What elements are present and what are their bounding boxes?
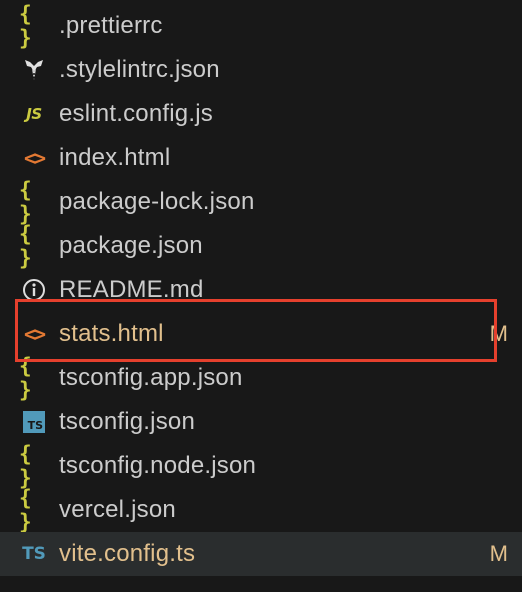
file-name: .prettierrc	[59, 12, 163, 39]
file-name: package-lock.json	[59, 188, 255, 215]
typescript-config-icon: TS	[19, 407, 49, 437]
file-row-vercel[interactable]: { } vercel.json	[0, 486, 522, 534]
file-name: package.json	[59, 232, 203, 259]
html-icon: <>	[23, 146, 46, 170]
file-name: tsconfig.app.json	[59, 364, 243, 391]
json-braces-icon: { }	[19, 354, 32, 402]
typescript-icon: TS	[22, 544, 46, 564]
file-name: eslint.config.js	[59, 100, 213, 127]
json-braces-icon: { }	[19, 2, 32, 50]
file-name: index.html	[59, 144, 171, 171]
file-row-index-html[interactable]: <> index.html	[0, 136, 522, 180]
file-explorer-list: { } .prettierrc .stylelintrc.json JS esl…	[0, 2, 522, 576]
file-row-tsconfig-node[interactable]: { } tsconfig.node.json	[0, 442, 522, 490]
file-row-tsconfig-app[interactable]: { } tsconfig.app.json	[0, 354, 522, 402]
info-icon	[19, 275, 49, 305]
file-row-eslint-config[interactable]: JS eslint.config.js	[0, 92, 522, 136]
file-name: vite.config.ts	[59, 540, 196, 567]
file-row-stats-html[interactable]: <> stats.html M	[0, 312, 522, 356]
json-braces-icon: { }	[19, 486, 32, 534]
file-row-tsconfig[interactable]: TS tsconfig.json	[0, 400, 522, 444]
javascript-icon: JS	[26, 105, 42, 123]
file-name: tsconfig.json	[59, 408, 196, 435]
file-name: tsconfig.node.json	[59, 452, 257, 479]
git-modified-badge: M	[489, 541, 508, 566]
file-row-vite-config[interactable]: TS vite.config.ts M	[0, 532, 522, 576]
file-name: stats.html	[59, 320, 164, 347]
file-row-stylelintrc[interactable]: .stylelintrc.json	[0, 48, 522, 92]
file-row-package-lock[interactable]: { } package-lock.json	[0, 178, 522, 226]
json-braces-icon: { }	[19, 178, 32, 226]
file-row-readme[interactable]: README.md	[0, 268, 522, 312]
file-name: .stylelintrc.json	[59, 56, 220, 83]
json-braces-icon: { }	[19, 222, 32, 270]
file-name: README.md	[59, 276, 204, 303]
file-row-package-json[interactable]: { } package.json	[0, 222, 522, 270]
file-name: vercel.json	[59, 496, 176, 523]
stylelint-icon	[19, 55, 49, 85]
file-row-prettierrc[interactable]: { } .prettierrc	[0, 2, 522, 50]
html-icon: <>	[23, 322, 46, 346]
json-braces-icon: { }	[19, 442, 32, 490]
ts-box-glyph: TS	[23, 411, 45, 433]
git-modified-badge: M	[489, 321, 508, 346]
